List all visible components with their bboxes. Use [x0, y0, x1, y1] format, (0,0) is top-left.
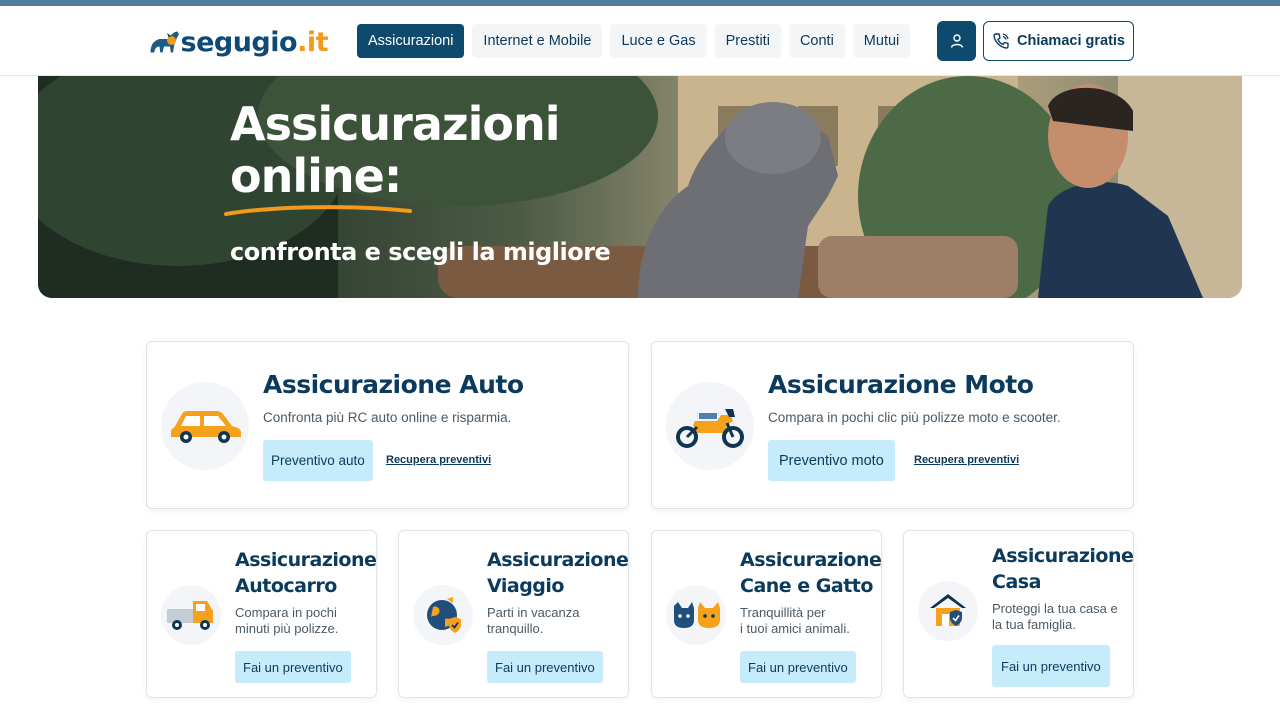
- preventivo-casa-button[interactable]: Fai un preventivo: [992, 645, 1110, 687]
- call-free-button[interactable]: Chiamaci gratis: [983, 21, 1134, 61]
- preventivo-auto-button[interactable]: Preventivo auto: [263, 440, 373, 481]
- nav-prestiti[interactable]: Prestiti: [714, 24, 781, 58]
- hero-title: Assicurazioni online:: [230, 97, 561, 203]
- globe-icon-container: [413, 585, 473, 645]
- card-assicurazione-viaggio: Assicurazione Viaggio Parti in vacanza t…: [398, 530, 629, 698]
- dog-logo-icon: [150, 31, 179, 53]
- logo[interactable]: segugio.it: [146, 20, 328, 64]
- card-title-line1: Assicurazione: [992, 545, 1134, 567]
- pets-icon: [674, 602, 720, 628]
- site-header: segugio.it Assicurazioni Internet e Mobi…: [0, 6, 1280, 76]
- preventivo-autocarro-button[interactable]: Fai un preventivo: [235, 651, 351, 683]
- card-description: Compara in pochi minuti più polizze.: [235, 605, 371, 637]
- user-icon: [950, 34, 963, 48]
- card-description-line1: Tranquillità per: [740, 605, 826, 620]
- card-description: Compara in pochi clic più polizze moto e…: [768, 410, 1061, 425]
- house-icon-container: [918, 581, 978, 641]
- nav-luce-gas[interactable]: Luce e Gas: [610, 24, 707, 58]
- card-assicurazione-casa: Assicurazione Casa Proteggi la tua casa …: [903, 530, 1134, 698]
- card-description-line2: i tuoi amici animali.: [740, 621, 850, 636]
- card-title: Assicurazione Autocarro: [235, 547, 377, 599]
- card-description-line2: tranquillo.: [487, 621, 544, 636]
- preventivo-moto-button[interactable]: Preventivo moto: [768, 440, 895, 481]
- card-assicurazione-cane-gatto: Assicurazione Cane e Gatto Tranquillità …: [651, 530, 882, 698]
- logo-wordmark: segugio.it: [180, 26, 329, 58]
- car-icon-container: [161, 382, 249, 470]
- pets-icon-container: [666, 585, 726, 645]
- truck-icon: [167, 601, 213, 630]
- main-nav: Assicurazioni Internet e Mobile Luce e G…: [357, 24, 911, 58]
- card-title-line2: Casa: [992, 571, 1041, 593]
- hero-underline-decoration: [224, 205, 412, 216]
- card-description-line1: Parti in vacanza: [487, 605, 580, 620]
- nav-conti[interactable]: Conti: [788, 24, 845, 58]
- card-description-line2: minuti più polizze.: [235, 621, 339, 636]
- card-description-line1: Compara in pochi: [235, 605, 337, 620]
- card-title-line2: Autocarro: [235, 575, 337, 597]
- card-description: Confronta più RC auto online e risparmia…: [263, 410, 512, 425]
- card-title-line2: Cane e Gatto: [740, 575, 873, 597]
- card-description: Parti in vacanza tranquillo.: [487, 605, 623, 637]
- card-title: Assicurazione Casa: [992, 543, 1134, 595]
- card-title: Assicurazione Cane e Gatto: [740, 547, 882, 599]
- preventivo-cane-gatto-button[interactable]: Fai un preventivo: [740, 651, 856, 683]
- car-icon: [171, 411, 241, 443]
- card-title: Assicurazione Moto: [768, 370, 1034, 399]
- preventivo-viaggio-button[interactable]: Fai un preventivo: [487, 651, 603, 683]
- card-description-line2: la tua famiglia.: [992, 617, 1076, 632]
- card-title-line1: Assicurazione: [487, 549, 629, 571]
- recupera-preventivi-auto-link[interactable]: Recupera preventivi: [386, 454, 491, 466]
- phone-icon: [993, 33, 1009, 49]
- hero-subtitle: confronta e scegli la migliore: [230, 238, 611, 266]
- card-title-line2: Viaggio: [487, 575, 564, 597]
- card-title: Assicurazione Auto: [263, 370, 524, 399]
- card-title-line1: Assicurazione: [235, 549, 377, 571]
- hero-title-line2: online:: [230, 149, 402, 203]
- card-title: Assicurazione Viaggio: [487, 547, 629, 599]
- globe-icon: [427, 597, 461, 633]
- recupera-preventivi-moto-link[interactable]: Recupera preventivi: [914, 454, 1019, 466]
- card-assicurazione-moto: Assicurazione Moto Compara in pochi clic…: [651, 341, 1134, 509]
- card-description-line1: Proteggi la tua casa e: [992, 601, 1118, 616]
- user-account-button[interactable]: [937, 21, 976, 61]
- hero-background-image: [38, 76, 1242, 298]
- truck-icon-container: [161, 585, 221, 645]
- house-icon: [930, 594, 966, 626]
- nav-mutui[interactable]: Mutui: [852, 24, 911, 58]
- call-free-label: Chiamaci gratis: [1017, 33, 1125, 49]
- motorcycle-icon-container: [666, 382, 754, 470]
- card-description: Proteggi la tua casa e la tua famiglia.: [992, 601, 1128, 633]
- nav-assicurazioni[interactable]: Assicurazioni: [357, 24, 465, 58]
- card-assicurazione-auto: Assicurazione Auto Confronta più RC auto…: [146, 341, 629, 509]
- card-description: Tranquillità per i tuoi amici animali.: [740, 605, 876, 637]
- card-title-line1: Assicurazione: [740, 549, 882, 571]
- nav-internet-mobile[interactable]: Internet e Mobile: [472, 24, 603, 58]
- card-assicurazione-autocarro: Assicurazione Autocarro Compara in pochi…: [146, 530, 377, 698]
- hero-title-line1: Assicurazioni: [230, 97, 561, 151]
- hero-banner: Assicurazioni online: confronta e scegli…: [38, 76, 1242, 298]
- motorcycle-icon: [676, 409, 744, 448]
